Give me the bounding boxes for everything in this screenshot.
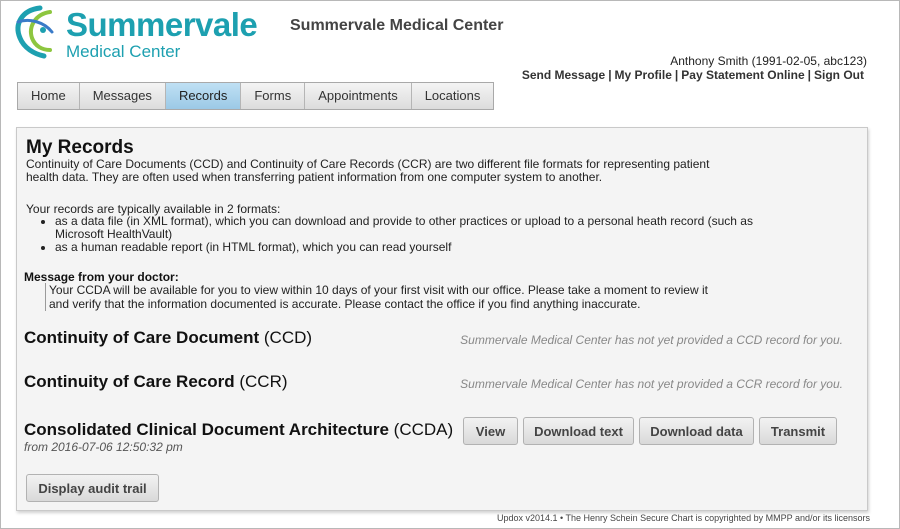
send-message-link[interactable]: Send Message [519,68,608,82]
ccda-section-title: Consolidated Clinical Document Architect… [24,420,453,440]
user-links: Send Message | My Profile | Pay Statement On… [519,68,867,82]
records-panel: My Records Continuity of Care Documents … [16,127,868,511]
list-item: as a data file (in XML format), which yo… [55,215,755,241]
download-text-button[interactable]: Download text [523,417,634,445]
footer-copyright: Updox v2014.1 • The Henry Schein Secure … [497,513,870,523]
tab-messages[interactable]: Messages [79,83,166,109]
tab-forms[interactable]: Forms [241,83,306,109]
logo-subtitle: Medical Center [66,42,181,61]
my-profile-link[interactable]: My Profile [612,68,675,82]
transmit-button[interactable]: Transmit [759,417,837,445]
ccda-title: Consolidated Clinical Document Architect… [24,420,389,439]
ccr-section-title: Continuity of Care Record (CCR) [24,372,288,392]
records-intro: Continuity of Care Documents (CCD) and C… [26,157,710,184]
doctor-message-body: Your CCDA will be available for you to v… [45,283,729,311]
ccda-abbr: (CCDA) [388,420,454,439]
ccd-section-title: Continuity of Care Document (CCD) [24,328,312,348]
view-button[interactable]: View [463,417,518,445]
tab-appointments[interactable]: Appointments [305,83,412,109]
logo[interactable]: Summervale Medical Center [10,4,260,64]
ccd-abbr: (CCD) [259,328,313,347]
ccd-status-note: Summervale Medical Center has not yet pr… [460,333,843,347]
ccr-status-note: Summervale Medical Center has not yet pr… [460,377,843,391]
pay-statement-link[interactable]: Pay Statement Online [678,68,807,82]
page-title: My Records [26,137,134,158]
display-audit-trail-button[interactable]: Display audit trail [26,474,159,502]
main-nav-tabs: Home Messages Records Forms Appointments… [17,82,495,110]
doctor-message-heading: Message from your doctor: [24,270,179,284]
tab-locations[interactable]: Locations [411,83,494,109]
ccd-title: Continuity of Care Document [24,328,260,347]
site-title: Summervale Medical Center [290,17,504,34]
formats-list: as a data file (in XML format), which yo… [37,215,755,254]
tab-records[interactable]: Records [165,83,242,109]
list-item: as a human readable report (in HTML form… [55,241,755,254]
logo-name: Summervale [66,6,258,43]
ccr-abbr: (CCR) [234,372,288,391]
tab-home[interactable]: Home [18,83,80,109]
ccr-title: Continuity of Care Record [24,372,235,391]
download-data-button[interactable]: Download data [639,417,754,445]
sign-out-link[interactable]: Sign Out [811,68,867,82]
user-identity: Anthony Smith (1991-02-05, abc123) [670,54,867,68]
logo-swirl-icon [15,5,54,59]
ccda-date: from 2016-07-06 12:50:32 pm [24,440,183,454]
